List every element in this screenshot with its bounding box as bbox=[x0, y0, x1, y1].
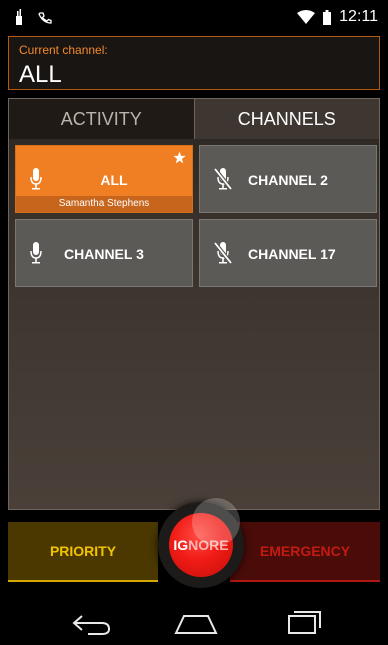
emergency-button[interactable]: EMERGENCY bbox=[230, 522, 380, 582]
channel-tile-3[interactable]: CHANNEL 3 bbox=[15, 219, 193, 287]
current-channel-panel: Current channel: ALL bbox=[8, 36, 380, 90]
microphone-muted-icon bbox=[214, 168, 232, 190]
ignore-label-part2: NORE bbox=[188, 537, 229, 553]
channel-tile-2[interactable]: CHANNEL 2 bbox=[199, 145, 377, 213]
current-channel-value: ALL bbox=[19, 61, 62, 88]
home-icon[interactable] bbox=[166, 608, 226, 638]
status-bar: 12:11 bbox=[0, 0, 388, 36]
microphone-muted-icon bbox=[214, 242, 232, 264]
clock: 12:11 bbox=[339, 8, 378, 25]
channel-name: CHANNEL 3 bbox=[64, 246, 144, 262]
channel-speaker: Samantha Stephens bbox=[16, 196, 192, 212]
microphone-icon bbox=[30, 242, 42, 264]
channel-name: ALL bbox=[100, 172, 128, 188]
battery-icon bbox=[323, 9, 332, 25]
action-bar: PRIORITY EMERGENCY IGNORE bbox=[8, 498, 380, 588]
ignore-label-part1: IG bbox=[173, 537, 189, 553]
channel-grid: ALL Samantha Stephens CHANNEL 2 CHANNEL … bbox=[15, 145, 377, 287]
channel-name: CHANNEL 2 bbox=[248, 172, 328, 188]
star-icon bbox=[173, 151, 186, 164]
voicemail-icon bbox=[38, 12, 52, 24]
recent-apps-icon[interactable] bbox=[272, 608, 332, 638]
priority-button[interactable]: PRIORITY bbox=[8, 522, 158, 582]
tab-activity[interactable]: ACTIVITY bbox=[9, 99, 195, 139]
system-nav-bar bbox=[0, 600, 388, 645]
usb-icon bbox=[16, 9, 22, 25]
tab-channels[interactable]: CHANNELS bbox=[194, 99, 379, 139]
channel-name: CHANNEL 17 bbox=[248, 246, 336, 262]
channel-tile-all[interactable]: ALL Samantha Stephens bbox=[15, 145, 193, 213]
back-icon[interactable] bbox=[62, 608, 122, 638]
tab-bar: ACTIVITY CHANNELS bbox=[9, 99, 379, 139]
channel-panel: ACTIVITY CHANNELS ALL Samantha Stephens bbox=[8, 98, 380, 510]
ignore-button[interactable]: IGNORE bbox=[169, 513, 233, 577]
ignore-button-ring: IGNORE bbox=[158, 498, 244, 588]
current-channel-label: Current channel: bbox=[19, 43, 108, 57]
channel-tile-17[interactable]: CHANNEL 17 bbox=[199, 219, 377, 287]
wifi-icon bbox=[297, 10, 316, 24]
